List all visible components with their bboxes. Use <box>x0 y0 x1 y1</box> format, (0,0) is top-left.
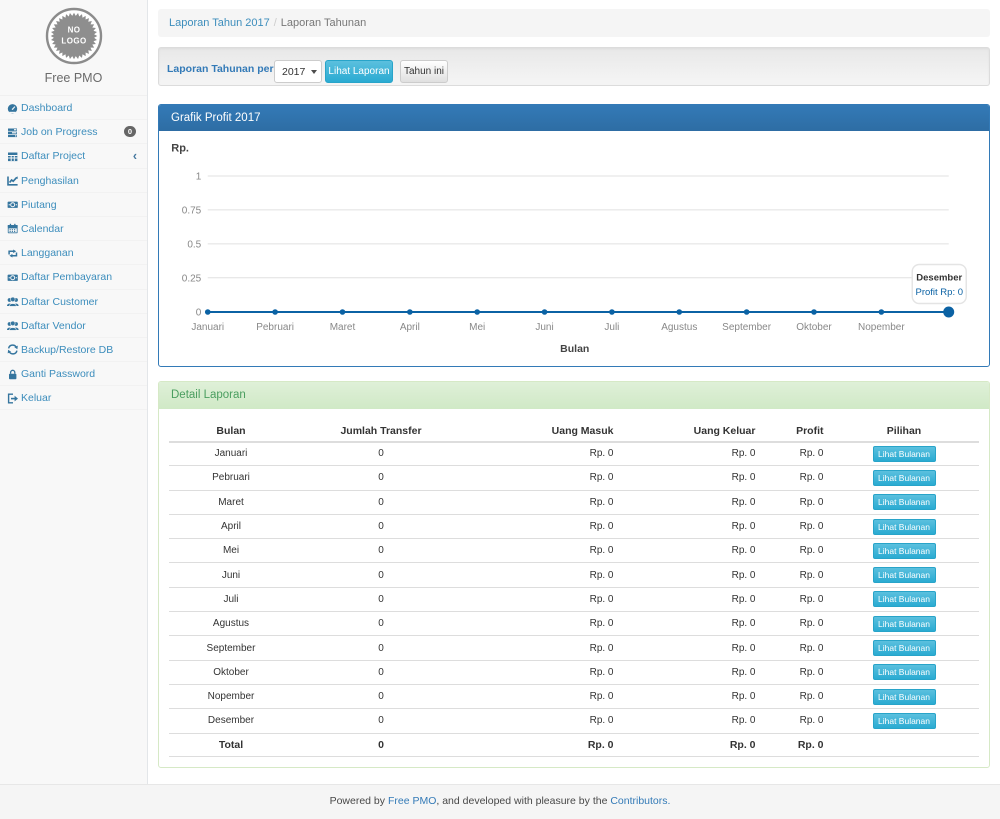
svg-text:Mei: Mei <box>469 322 485 333</box>
svg-text:1: 1 <box>196 171 202 182</box>
svg-text:Profit Rp: 0: Profit Rp: 0 <box>915 287 963 298</box>
svg-text:Pebruari: Pebruari <box>256 322 294 333</box>
svg-text:Desember: Desember <box>916 272 962 283</box>
svg-text:September: September <box>722 322 772 333</box>
svg-text:NO: NO <box>67 25 80 34</box>
svg-text:Agustus: Agustus <box>661 322 697 333</box>
svg-text:Rp.: Rp. <box>171 142 189 154</box>
svg-text:0.75: 0.75 <box>182 205 202 216</box>
svg-text:0: 0 <box>196 307 202 318</box>
svg-text:Maret: Maret <box>330 322 356 333</box>
svg-text:0.25: 0.25 <box>182 273 202 284</box>
svg-text:April: April <box>400 322 420 333</box>
svg-text:Juni: Juni <box>535 322 553 333</box>
svg-text:Januari: Januari <box>191 322 224 333</box>
svg-text:Nopember: Nopember <box>858 322 905 333</box>
svg-text:0.5: 0.5 <box>187 239 201 250</box>
svg-text:Bulan: Bulan <box>560 343 589 355</box>
svg-text:LOGO: LOGO <box>61 36 86 45</box>
svg-text:Oktober: Oktober <box>796 322 832 333</box>
svg-text:Juli: Juli <box>604 322 619 333</box>
